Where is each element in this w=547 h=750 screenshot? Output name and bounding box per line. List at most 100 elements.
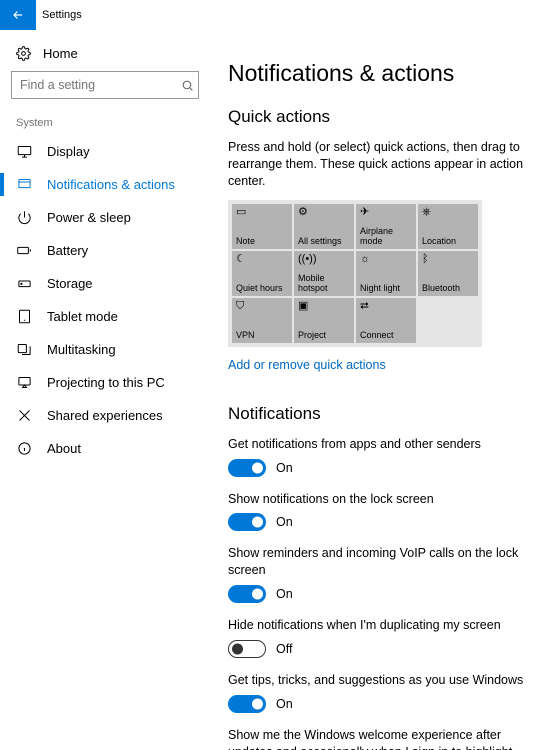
storage-icon bbox=[16, 276, 32, 291]
nav-item-label: About bbox=[47, 441, 81, 456]
shield-icon: ⛉ bbox=[236, 301, 288, 312]
toggle-state: On bbox=[276, 697, 293, 711]
notifications-icon bbox=[16, 177, 32, 192]
qa-tile-label: Project bbox=[298, 330, 350, 340]
display-icon bbox=[16, 144, 32, 159]
nav-group-label: System bbox=[6, 117, 204, 135]
search-box[interactable] bbox=[11, 71, 199, 99]
qa-tile-vpn[interactable]: ⛉ VPN bbox=[232, 298, 292, 343]
nav-item-battery[interactable]: Battery bbox=[6, 234, 204, 267]
toggle-switch[interactable] bbox=[228, 695, 266, 713]
hotspot-icon: ((•)) bbox=[298, 254, 350, 265]
home-link[interactable]: Home bbox=[6, 42, 204, 71]
nav-item-tablet[interactable]: Tablet mode bbox=[6, 300, 204, 333]
title-bar: Settings bbox=[0, 0, 547, 30]
setting-label: Show notifications on the lock screen bbox=[228, 491, 529, 508]
toggle-state: On bbox=[276, 515, 293, 529]
tablet-icon bbox=[16, 309, 32, 324]
qa-tile-location[interactable]: ⎈ Location bbox=[418, 204, 478, 249]
qa-tile-label: All settings bbox=[298, 236, 350, 246]
qa-tile-label: Location bbox=[422, 236, 474, 246]
info-icon bbox=[16, 441, 32, 456]
qa-tile-night[interactable]: ☼ Night light bbox=[356, 251, 416, 296]
search-input[interactable] bbox=[20, 78, 181, 92]
settings-icon: ⚙ bbox=[298, 207, 350, 218]
nav-item-label: Multitasking bbox=[47, 342, 116, 357]
nav-item-about[interactable]: About bbox=[6, 432, 204, 465]
notification-setting: Show notifications on the lock screen On bbox=[228, 491, 529, 532]
notification-setting: Hide notifications when I'm duplicating … bbox=[228, 617, 529, 658]
quick-actions-desc: Press and hold (or select) quick actions… bbox=[228, 139, 529, 190]
page-title: Notifications & actions bbox=[228, 60, 529, 87]
toggle-switch[interactable] bbox=[228, 640, 266, 658]
setting-label: Get tips, tricks, and suggestions as you… bbox=[228, 672, 529, 689]
qa-tile-airplane[interactable]: ✈ Airplane mode bbox=[356, 204, 416, 249]
setting-label: Hide notifications when I'm duplicating … bbox=[228, 617, 529, 634]
nav-item-label: Projecting to this PC bbox=[47, 375, 165, 390]
notification-setting: Get notifications from apps and other se… bbox=[228, 436, 529, 477]
shared-icon bbox=[16, 408, 32, 423]
quick-actions-grid: ▭Note ⚙ All settings ✈ Airplane mode ⎈ Loca… bbox=[228, 200, 482, 347]
battery-icon bbox=[16, 243, 32, 258]
notification-setting: Get tips, tricks, and suggestions as you… bbox=[228, 672, 529, 713]
window-title: Settings bbox=[36, 9, 82, 21]
qa-tile-label: Quiet hours bbox=[236, 283, 288, 293]
qa-tile-bluetooth[interactable]: ᛒ Bluetooth bbox=[418, 251, 478, 296]
airplane-icon: ✈ bbox=[360, 207, 412, 218]
projecting-icon bbox=[16, 375, 32, 390]
multitasking-icon bbox=[16, 342, 32, 357]
qa-tile-label: Connect bbox=[360, 330, 412, 340]
qa-tile-label: Mobile hotspot bbox=[298, 273, 350, 293]
qa-tile-label: Note bbox=[236, 236, 288, 246]
home-label: Home bbox=[43, 46, 78, 61]
qa-tile-settings[interactable]: ⚙ All settings bbox=[294, 204, 354, 249]
nav-item-notifications[interactable]: Notifications & actions bbox=[6, 168, 204, 201]
bluetooth-icon: ᛒ bbox=[422, 254, 474, 265]
section-quick-actions: Quick actions bbox=[228, 107, 529, 127]
qa-tile-connect[interactable]: ⮂ Connect bbox=[356, 298, 416, 343]
qa-tile-label: Night light bbox=[360, 283, 412, 293]
nav-item-display[interactable]: Display bbox=[6, 135, 204, 168]
power-icon bbox=[16, 210, 32, 225]
add-remove-link[interactable]: Add or remove quick actions bbox=[228, 358, 386, 372]
connect-icon: ⮂ bbox=[360, 301, 412, 312]
main-content: Notifications & actions Quick actions Pr… bbox=[210, 30, 547, 750]
sidebar: Home System Display Notifications & acti… bbox=[0, 30, 210, 750]
section-notifications: Notifications bbox=[228, 404, 529, 424]
sun-icon: ☼ bbox=[360, 254, 412, 265]
project-icon: ▣ bbox=[298, 301, 350, 312]
qa-tile-empty bbox=[418, 298, 478, 343]
nav-item-label: Storage bbox=[47, 276, 93, 291]
pin-icon: ⎈ bbox=[422, 207, 474, 218]
qa-tile-quiet[interactable]: ☾ Quiet hours bbox=[232, 251, 292, 296]
nav-item-storage[interactable]: Storage bbox=[6, 267, 204, 300]
qa-tile-project[interactable]: ▣ Project bbox=[294, 298, 354, 343]
toggle-switch[interactable] bbox=[228, 459, 266, 477]
toggle-state: On bbox=[276, 587, 293, 601]
nav-item-label: Tablet mode bbox=[47, 309, 118, 324]
nav-item-projecting[interactable]: Projecting to this PC bbox=[6, 366, 204, 399]
toggle-switch[interactable] bbox=[228, 585, 266, 603]
nav-item-label: Display bbox=[47, 144, 90, 159]
nav-item-label: Shared experiences bbox=[47, 408, 163, 423]
setting-label: Get notifications from apps and other se… bbox=[228, 436, 529, 453]
moon-icon: ☾ bbox=[236, 254, 288, 265]
qa-tile-note[interactable]: ▭Note bbox=[232, 204, 292, 249]
setting-label: Show reminders and incoming VoIP calls o… bbox=[228, 545, 529, 579]
arrow-left-icon bbox=[11, 8, 25, 22]
setting-label: Show me the Windows welcome experience a… bbox=[228, 727, 529, 750]
toggle-switch[interactable] bbox=[228, 513, 266, 531]
qa-tile-hotspot[interactable]: ((•)) Mobile hotspot bbox=[294, 251, 354, 296]
qa-tile-label: Bluetooth bbox=[422, 283, 474, 293]
notification-setting: Show me the Windows welcome experience a… bbox=[228, 727, 529, 750]
search-icon bbox=[181, 79, 194, 92]
nav-item-shared[interactable]: Shared experiences bbox=[6, 399, 204, 432]
notification-setting: Show reminders and incoming VoIP calls o… bbox=[228, 545, 529, 603]
qa-tile-label: VPN bbox=[236, 330, 288, 340]
qa-tile-label: Airplane mode bbox=[360, 226, 412, 246]
nav-item-power[interactable]: Power & sleep bbox=[6, 201, 204, 234]
nav-item-label: Power & sleep bbox=[47, 210, 131, 225]
nav-item-multitasking[interactable]: Multitasking bbox=[6, 333, 204, 366]
toggle-state: On bbox=[276, 461, 293, 475]
back-button[interactable] bbox=[0, 0, 36, 30]
